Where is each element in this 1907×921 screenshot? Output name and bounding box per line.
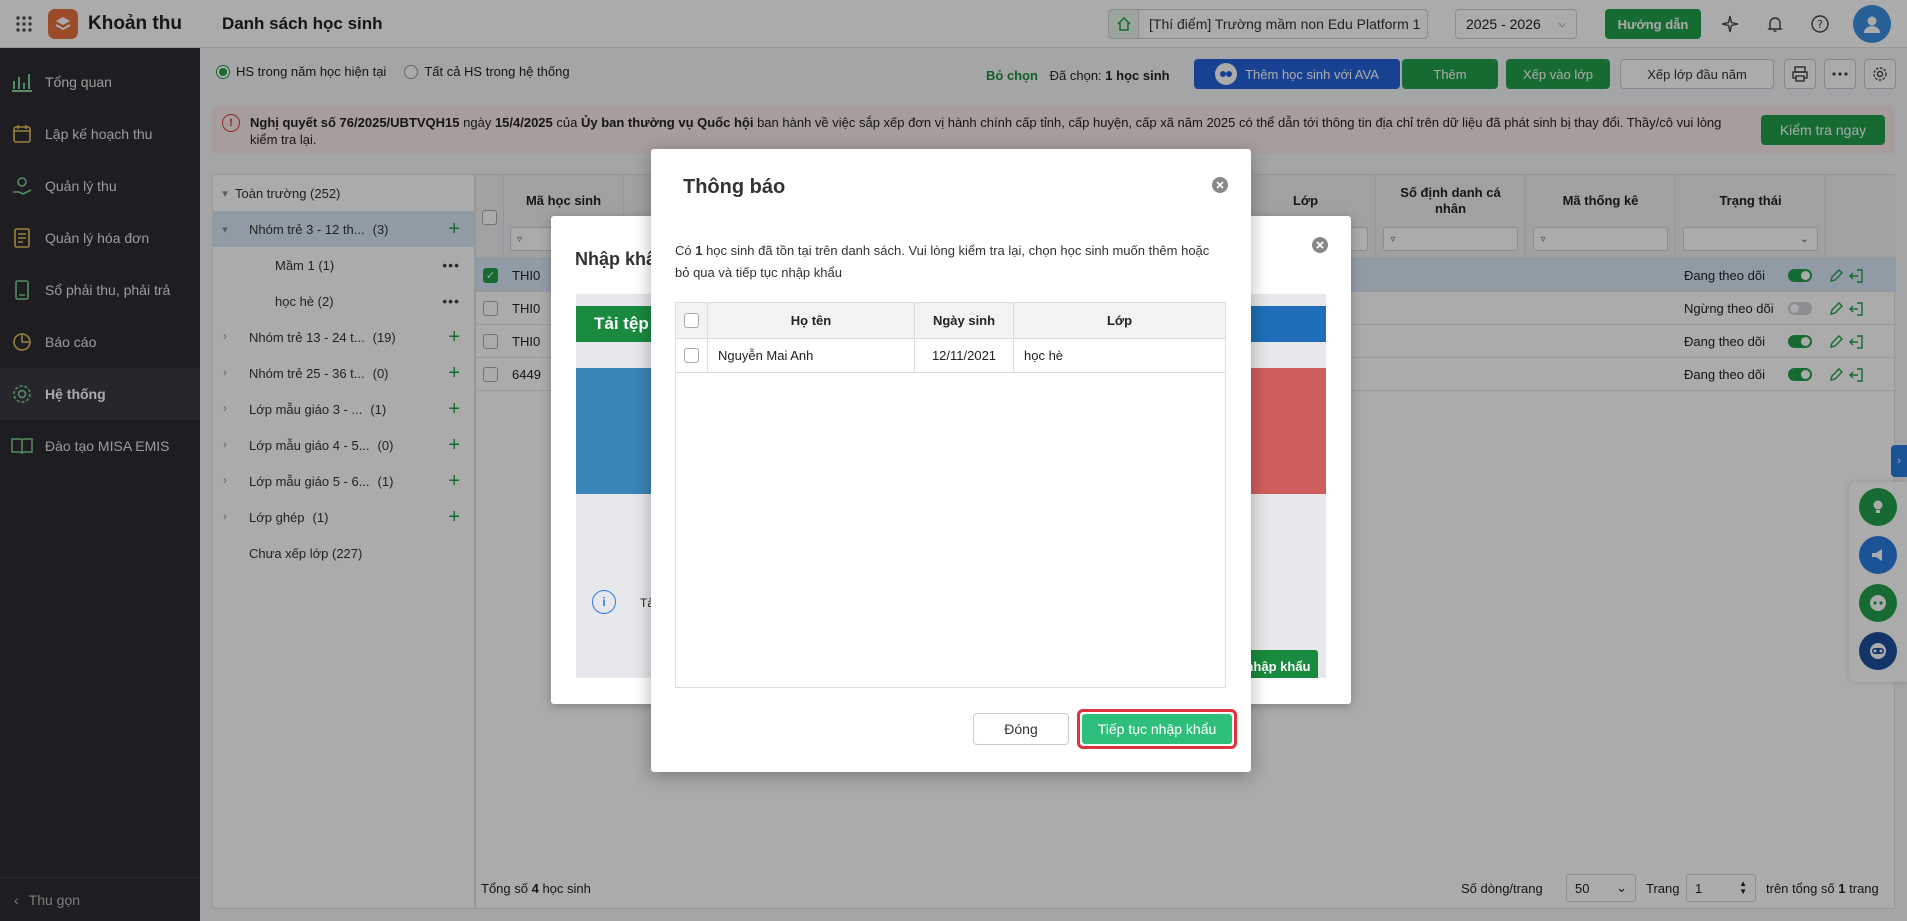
info-icon: i: [592, 590, 616, 614]
message-text: Có: [675, 243, 696, 258]
close-icon[interactable]: [1211, 176, 1229, 197]
dialog-title: Thông báo: [683, 176, 786, 198]
notification-dialog: Thông báo Có 1 học sinh đã tồn tại trên …: [651, 149, 1251, 772]
column-header: Họ tên: [708, 303, 915, 338]
close-button[interactable]: Đóng: [973, 713, 1069, 745]
duplicate-students-table: Họ tên Ngày sinh Lớp Nguyễn Mai Anh 12/1…: [675, 302, 1226, 688]
close-icon[interactable]: [1311, 236, 1329, 257]
table-header: Họ tên Ngày sinh Lớp: [676, 303, 1225, 339]
dialog-message: Có 1 học sinh đã tồn tại trên danh sách.…: [675, 240, 1215, 284]
row-checkbox-cell: [676, 339, 708, 372]
select-all-checkbox[interactable]: [684, 313, 699, 328]
import-banner-text: Tải tệp: [594, 314, 649, 333]
header-checkbox-cell: [676, 303, 708, 338]
continue-import-label: Tiếp tục nhập khẩu: [1082, 714, 1232, 744]
continue-import-button[interactable]: Tiếp tục nhập khẩu: [1077, 709, 1237, 749]
student-class: học hè: [1024, 348, 1064, 363]
message-text: học sinh đã tồn tại trên danh sách. Vui …: [675, 243, 1210, 280]
column-header: Lớp: [1106, 313, 1133, 328]
row-checkbox[interactable]: [684, 348, 699, 363]
table-row[interactable]: Nguyễn Mai Anh 12/11/2021 học hè: [676, 339, 1225, 373]
column-header: Ngày sinh: [915, 303, 1014, 338]
student-name: Nguyễn Mai Anh: [708, 339, 915, 372]
student-dob: 12/11/2021: [915, 339, 1014, 372]
